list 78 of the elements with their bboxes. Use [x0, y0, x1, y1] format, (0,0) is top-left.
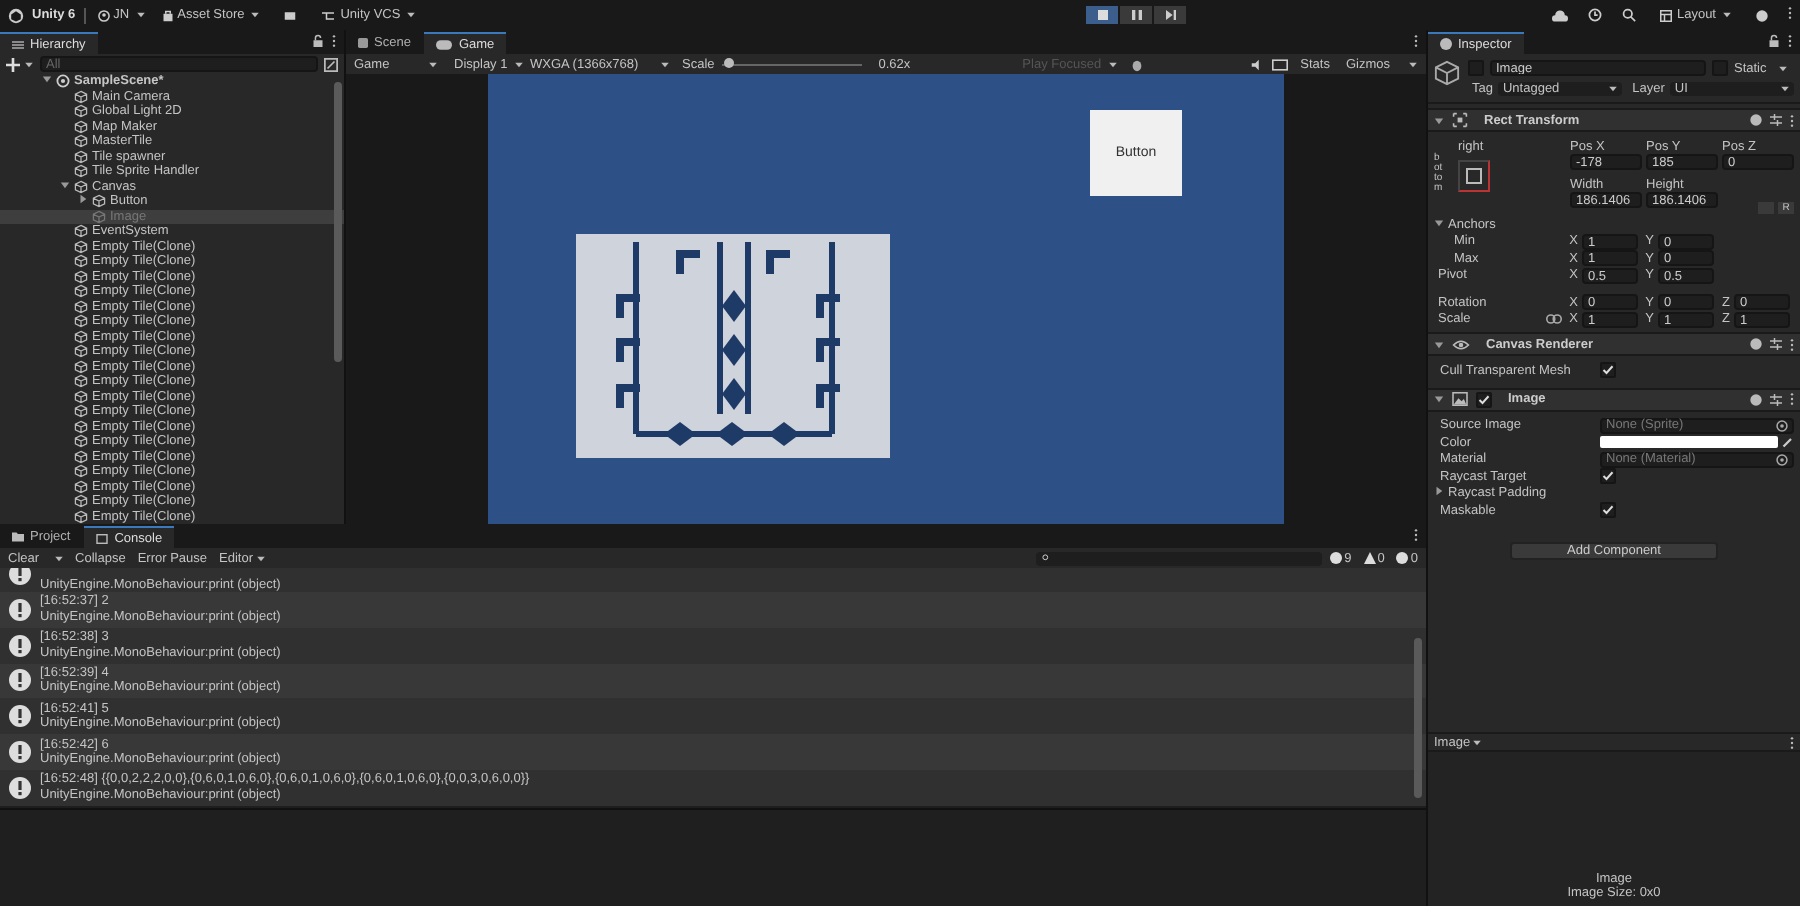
layout-icon: [1660, 9, 1673, 21]
plus-icon: [6, 57, 20, 71]
keyboard-icon[interactable]: [1272, 57, 1289, 71]
add-button[interactable]: [6, 57, 34, 71]
color-field[interactable]: [1600, 436, 1778, 449]
unity-logo-icon: [8, 7, 24, 23]
cube-icon: [1434, 60, 1460, 86]
log-icon: [8, 633, 32, 658]
caret-icon: [660, 61, 670, 67]
folder-icon: [12, 532, 24, 542]
search-icon[interactable]: [1622, 8, 1637, 22]
log-icon: [8, 568, 32, 586]
list-icon: [12, 39, 24, 49]
scene-icon: [56, 74, 70, 89]
expand-arrow-icon[interactable]: [41, 74, 51, 85]
caret-icon: [513, 61, 524, 67]
rect-transform-icon: [1452, 112, 1468, 128]
caret-icon: [255, 555, 266, 561]
play-button[interactable]: [1086, 6, 1119, 24]
log-icon: [8, 740, 32, 765]
caret-icon: [1778, 65, 1789, 71]
preset-icon[interactable]: [1770, 114, 1782, 126]
image-icon: [1452, 392, 1468, 406]
checkbox[interactable]: [1600, 502, 1616, 519]
expand-arrow-icon[interactable]: [1434, 394, 1444, 404]
expand-arrow-icon[interactable]: [1434, 217, 1444, 228]
lock-icon[interactable]: [1768, 34, 1780, 48]
scrollbar[interactable]: [334, 82, 342, 362]
user-icon: [97, 9, 110, 21]
caret-icon: [53, 555, 64, 561]
caret-icon: [1780, 85, 1790, 91]
caret-icon: [406, 12, 417, 18]
history-icon[interactable]: [1588, 8, 1603, 22]
search-icon: [1042, 554, 1051, 562]
checkbox[interactable]: [1600, 362, 1616, 379]
warning-icon: [1363, 552, 1376, 564]
preset-icon[interactable]: [1770, 338, 1782, 350]
expand-arrow-icon[interactable]: [1434, 115, 1444, 125]
lock-icon[interactable]: [312, 34, 324, 48]
target-icon[interactable]: [1776, 453, 1788, 466]
caret-icon: [428, 61, 438, 67]
branch-icon: [320, 9, 337, 21]
collapse-arrow-icon[interactable]: [1434, 486, 1444, 497]
expand-arrow-icon[interactable]: [59, 179, 69, 190]
expand-arrow-icon[interactable]: [1434, 339, 1444, 349]
log-icon: [8, 775, 32, 800]
caret-icon: [1408, 61, 1418, 67]
step-button[interactable]: [1154, 6, 1187, 24]
bag-icon: [161, 9, 174, 21]
anchor-presets-button[interactable]: [1458, 160, 1490, 192]
caret-icon: [1108, 61, 1119, 67]
pause-button[interactable]: [1120, 6, 1153, 24]
scrollbar[interactable]: [1414, 638, 1422, 798]
preset-icon[interactable]: [1770, 393, 1782, 405]
console-icon: [96, 533, 109, 543]
pause-icon: [1131, 10, 1142, 20]
caret-icon: [135, 12, 146, 18]
link-icon[interactable]: [1546, 314, 1562, 325]
caret-icon: [1472, 739, 1483, 745]
checkbox[interactable]: [1476, 391, 1492, 407]
eyedropper-icon[interactable]: [1782, 436, 1794, 449]
caret-icon: [1608, 85, 1619, 91]
caret-icon: [250, 12, 261, 18]
log-icon: [8, 668, 32, 693]
log-icon: [8, 597, 32, 622]
checkbox[interactable]: [1600, 468, 1616, 485]
slider-thumb[interactable]: [723, 58, 734, 68]
step-icon: [1165, 10, 1176, 20]
caret-icon: [1722, 12, 1732, 18]
log-icon: [8, 704, 32, 729]
collapse-arrow-icon[interactable]: [77, 194, 87, 205]
stop-icon: [1097, 10, 1108, 20]
target-icon[interactable]: [1776, 419, 1788, 432]
scene-visibility-icon[interactable]: [324, 57, 338, 71]
search-field[interactable]: [1036, 551, 1323, 565]
caret-icon: [24, 61, 34, 67]
eye-icon: [1452, 337, 1470, 351]
cloud-icon[interactable]: [1552, 9, 1569, 21]
